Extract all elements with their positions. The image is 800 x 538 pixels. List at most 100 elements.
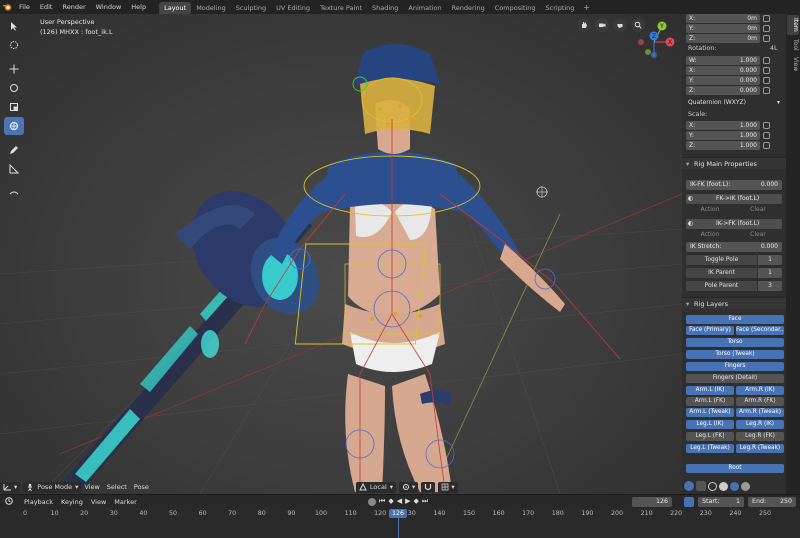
layer-leg-r-tweak-button[interactable]: Leg.R (Tweak) [736, 444, 784, 453]
location-z-field[interactable]: Z: 0m [686, 34, 760, 43]
next-keyframe-icon[interactable]: ◆ [413, 497, 418, 506]
wireframe-shading-icon[interactable] [708, 481, 717, 491]
menu-playback[interactable]: Playback [24, 498, 53, 506]
lock-icon[interactable] [763, 35, 770, 42]
playhead-line[interactable] [397, 518, 399, 538]
layer-fingers-button[interactable]: Fingers [686, 362, 784, 371]
select-tool-button[interactable] [4, 17, 24, 35]
tab-sculpting[interactable]: Sculpting [231, 2, 271, 14]
tab-scripting[interactable]: Scripting [541, 2, 580, 14]
pole-parent-row[interactable]: Pole Parent 3 [686, 281, 782, 291]
action-toggle[interactable]: Action [686, 230, 734, 240]
clear-toggle[interactable]: Clear [734, 205, 782, 215]
lock-icon[interactable] [763, 87, 770, 94]
tab-compositing[interactable]: Compositing [490, 2, 541, 14]
solid-shading-icon[interactable] [719, 481, 728, 491]
tab-view[interactable]: View [787, 54, 799, 74]
tab-texture-paint[interactable]: Texture Paint [315, 2, 367, 14]
pose-tool-button[interactable] [4, 184, 24, 202]
overlays-icon[interactable] [684, 481, 694, 491]
menu-render[interactable]: Render [57, 0, 90, 14]
layer-leg-r-ik-button[interactable]: Leg.R (IK) [736, 420, 784, 429]
location-x-field[interactable]: X: 0m [686, 14, 760, 23]
camera-view-icon[interactable] [595, 18, 609, 32]
layer-arm-r-fk-button[interactable]: Arm.R (FK) [736, 397, 784, 406]
menu-window[interactable]: Window [91, 0, 127, 14]
pivot-dropdown[interactable]: ▾ [399, 481, 419, 493]
scale-tool-button[interactable] [4, 98, 24, 116]
move-tool-button[interactable] [4, 60, 24, 78]
layer-leg-r-fk-button[interactable]: Leg.R (FK) [736, 432, 784, 441]
clock-icon[interactable] [0, 496, 18, 507]
start-frame-field[interactable]: Start: 1 [698, 497, 744, 507]
navigation-gizmo[interactable]: Y X Z [636, 18, 676, 60]
lock-icon[interactable] [763, 142, 770, 149]
end-frame-field[interactable]: End: 250 [748, 497, 796, 507]
ik-parent-row[interactable]: IK Parent 1 [686, 268, 782, 278]
menu-view[interactable]: View [84, 483, 99, 491]
layer-arm-l-ik-button[interactable]: Arm.L (IK) [686, 386, 734, 395]
menu-keying[interactable]: Keying [61, 498, 83, 506]
tab-animation[interactable]: Animation [403, 2, 446, 14]
scale-x-field[interactable]: X: 1.000 [686, 121, 760, 130]
rotation-w-field[interactable]: W: 1.000 [686, 56, 760, 65]
hand-pan-icon[interactable] [577, 18, 591, 32]
xray-icon[interactable] [696, 481, 706, 491]
lock-icon[interactable] [763, 122, 770, 129]
tab-rendering[interactable]: Rendering [447, 2, 490, 14]
layer-leg-l-fk-button[interactable]: Leg.L (FK) [686, 432, 734, 441]
layer-fingers-detail-button[interactable]: Fingers (Detail) [686, 374, 784, 383]
tab-item[interactable]: Item [787, 15, 799, 35]
transform-tool-button[interactable] [4, 117, 24, 135]
hand-grab-icon[interactable] [613, 18, 627, 32]
jump-start-icon[interactable]: ⏮ [379, 497, 385, 506]
record-icon[interactable] [368, 498, 376, 506]
add-workspace-button[interactable]: + [579, 3, 594, 12]
layer-face-button[interactable]: Face [686, 315, 784, 324]
menu-edit[interactable]: Edit [35, 0, 58, 14]
layer-face-secondary-button[interactable]: Face (Secondar... [736, 326, 784, 335]
blender-logo-icon[interactable] [0, 0, 14, 14]
snap-dropdown[interactable]: ▾ [438, 481, 458, 493]
menu-file[interactable]: File [14, 0, 35, 14]
measure-tool-button[interactable] [4, 160, 24, 178]
preview-range-icon[interactable] [684, 497, 694, 507]
menu-help[interactable]: Help [126, 0, 151, 14]
clear-toggle[interactable]: Clear [734, 230, 782, 240]
menu-pose[interactable]: Pose [134, 483, 149, 491]
tab-tool[interactable]: Tool [787, 36, 799, 54]
layer-leg-l-tweak-button[interactable]: Leg.L (Tweak) [686, 444, 734, 453]
ik-fk-field[interactable]: IK-FK (foot.L): 0.000 [686, 180, 782, 190]
scale-y-field[interactable]: Y: 1.000 [686, 131, 760, 140]
lock-icon[interactable] [763, 25, 770, 32]
layer-torso-button[interactable]: Torso [686, 338, 784, 347]
fk-to-ik-button[interactable]: ◐ FK->IK (foot.L) [686, 194, 782, 204]
layer-arm-r-ik-button[interactable]: Arm.R (IK) [736, 386, 784, 395]
mode-dropdown[interactable]: Pose Mode ▾ [23, 481, 82, 493]
layer-arm-r-tweak-button[interactable]: Arm.R (Tweak) [736, 408, 784, 417]
rotation-y-field[interactable]: Y: 0.000 [686, 76, 760, 85]
rig-layers-header[interactable]: Rig Layers [682, 297, 786, 310]
timeline-ruler[interactable]: 0 10 20 30 40 50 60 70 80 90 100 110 120 130 140 150 160… [0, 508, 800, 538]
cursor-tool-button[interactable] [4, 36, 24, 54]
ik-to-fk-button[interactable]: ◐ IK->FK (foot.L) [686, 219, 782, 229]
layer-arm-l-fk-button[interactable]: Arm.L (FK) [686, 397, 734, 406]
editor-type-button[interactable]: ▾ [0, 481, 21, 493]
jump-end-icon[interactable]: ⏭ [422, 497, 428, 506]
tab-uv-editing[interactable]: UV Editing [271, 2, 315, 14]
menu-marker[interactable]: Marker [114, 498, 136, 506]
rig-main-properties-header[interactable]: Rig Main Properties [682, 157, 786, 170]
menu-timeline-view[interactable]: View [91, 498, 106, 506]
menu-select[interactable]: Select [107, 483, 127, 491]
rotation-z-field[interactable]: Z: 0.000 [686, 86, 760, 95]
snap-toggle[interactable] [421, 481, 436, 493]
lock-icon[interactable] [763, 132, 770, 139]
action-toggle[interactable]: Action [686, 205, 734, 215]
prev-keyframe-icon[interactable]: ◆ [388, 497, 393, 506]
layer-arm-l-tweak-button[interactable]: Arm.L (Tweak) [686, 408, 734, 417]
location-y-field[interactable]: Y: 0m [686, 24, 760, 33]
tab-modeling[interactable]: Modeling [191, 2, 231, 14]
lock-icon[interactable] [763, 77, 770, 84]
play-icon[interactable]: ▶ [405, 497, 410, 506]
3d-viewport[interactable]: User Perspective (126) MHXX : foot_ik.L [0, 14, 682, 494]
